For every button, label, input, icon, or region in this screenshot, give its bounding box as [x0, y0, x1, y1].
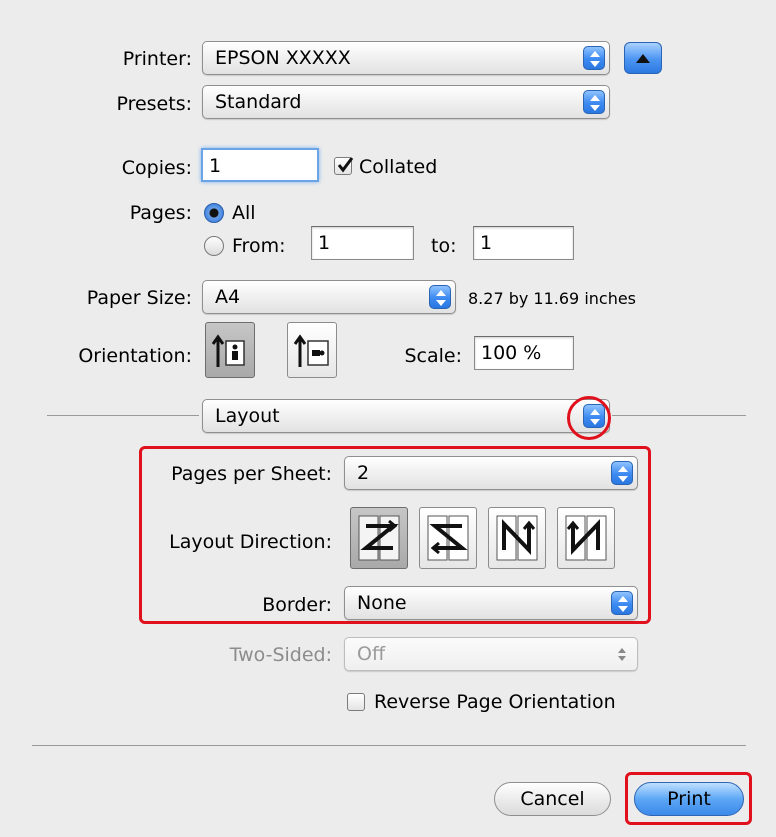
pages-all-label: All	[232, 202, 256, 224]
pages-per-sheet-popup[interactable]: 2	[344, 456, 638, 490]
border-popup[interactable]: None	[344, 586, 638, 620]
checkmark-icon	[337, 157, 354, 173]
landscape-icon	[293, 334, 329, 367]
popup-arrows-icon	[611, 642, 633, 666]
border-label: Border:	[262, 594, 332, 616]
paper-size-value: A4	[215, 286, 241, 308]
pages-to-label: to:	[431, 235, 457, 257]
two-sided-label: Two-Sided:	[229, 644, 332, 666]
copies-field[interactable]: 1	[201, 148, 319, 182]
popup-arrows-icon	[611, 591, 633, 615]
paper-size-popup[interactable]: A4	[202, 280, 456, 314]
highlight-circle	[567, 396, 611, 440]
portrait-icon	[211, 334, 245, 367]
pages-from-field[interactable]: 1	[311, 226, 414, 260]
border-value: None	[357, 592, 407, 614]
pages-to-field[interactable]: 1	[473, 226, 574, 260]
popup-arrows-icon	[583, 46, 605, 70]
scale-field[interactable]: 100 %	[474, 336, 574, 370]
direction-n-down-right-button[interactable]	[557, 507, 615, 569]
section-value: Layout	[215, 405, 280, 427]
pages-from-label: From:	[232, 235, 286, 257]
popup-arrows-icon	[429, 285, 451, 309]
n-direction-icon	[496, 515, 538, 561]
copies-label: Copies:	[121, 157, 192, 179]
reverse-orientation-checkbox[interactable]	[347, 693, 365, 711]
two-sided-popup: Off	[344, 637, 638, 671]
reverse-n-direction-icon	[565, 515, 607, 561]
landscape-orientation-button[interactable]	[287, 322, 337, 378]
paper-dimensions: 8.27 by 11.69 inches	[468, 289, 637, 308]
presets-popup[interactable]: Standard	[202, 85, 610, 119]
collapse-details-button[interactable]	[624, 42, 662, 74]
layout-direction-label: Layout Direction:	[169, 531, 332, 553]
section-divider-left	[47, 415, 199, 416]
pages-per-sheet-label: Pages per Sheet:	[171, 463, 332, 485]
popup-arrows-icon	[611, 461, 633, 485]
direction-z-left-right-button[interactable]	[350, 507, 408, 569]
orientation-label: Orientation:	[78, 345, 192, 367]
direction-n-down-left-button[interactable]	[488, 507, 546, 569]
pages-label: Pages:	[129, 202, 192, 224]
collated-checkbox[interactable]	[334, 157, 354, 175]
cancel-button[interactable]: Cancel	[494, 782, 611, 816]
printer-popup[interactable]: EPSON XXXXX	[202, 41, 610, 75]
print-highlight-box	[625, 772, 752, 825]
portrait-orientation-button[interactable]	[205, 322, 255, 378]
two-sided-value: Off	[357, 643, 386, 665]
presets-label: Presets:	[116, 93, 192, 115]
reverse-z-direction-icon	[427, 515, 469, 561]
section-popup[interactable]: Layout	[202, 399, 610, 433]
pages-per-sheet-value: 2	[357, 462, 370, 484]
collated-label: Collated	[359, 156, 438, 178]
scale-label: Scale:	[404, 345, 462, 367]
paper-size-label: Paper Size:	[86, 287, 192, 309]
bottom-divider	[32, 745, 746, 746]
z-direction-icon	[358, 515, 400, 561]
pages-all-radio[interactable]	[204, 203, 224, 223]
pages-from-radio[interactable]	[204, 236, 224, 256]
direction-z-right-left-button[interactable]	[419, 507, 477, 569]
popup-arrows-icon	[583, 90, 605, 114]
printer-value: EPSON XXXXX	[215, 47, 351, 69]
disclosure-up-icon	[636, 54, 650, 63]
reverse-orientation-label: Reverse Page Orientation	[374, 691, 616, 713]
printer-label: Printer:	[122, 48, 192, 70]
section-divider-right	[612, 415, 746, 416]
presets-value: Standard	[215, 91, 302, 113]
